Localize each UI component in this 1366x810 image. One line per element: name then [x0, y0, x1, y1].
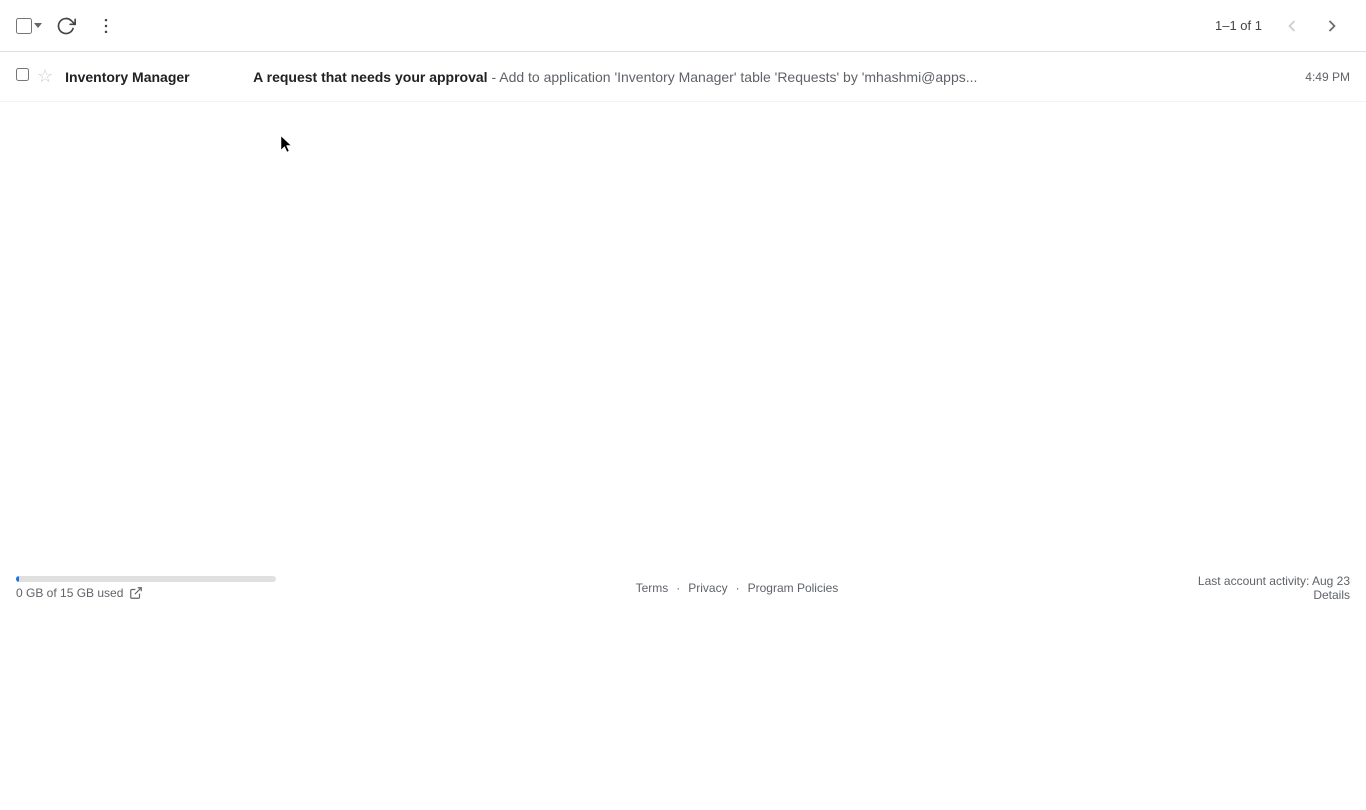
next-page-button[interactable] — [1314, 10, 1350, 42]
select-dropdown-chevron[interactable] — [34, 23, 42, 28]
star-icon[interactable]: ☆ — [37, 66, 53, 87]
prev-page-button[interactable] — [1274, 10, 1310, 42]
select-all-checkbox[interactable] — [16, 18, 32, 34]
email-list: ☆ Inventory Manager A request that needs… — [0, 52, 1366, 102]
email-row[interactable]: ☆ Inventory Manager A request that needs… — [0, 52, 1366, 102]
footer-center: Terms · Privacy · Program Policies — [636, 581, 839, 595]
footer: 0 GB of 15 GB used Terms · Privacy · Pro… — [0, 566, 1366, 610]
separator-2: · — [736, 581, 740, 595]
privacy-link[interactable]: Privacy — [688, 581, 727, 595]
storage-bar — [16, 576, 19, 582]
email-time: 4:49 PM — [1305, 70, 1350, 84]
storage-used-label: 0 GB of 15 GB used — [16, 586, 123, 600]
program-policies-link[interactable]: Program Policies — [748, 581, 839, 595]
email-subject-preview: A request that needs your approval - Add… — [253, 69, 1289, 85]
select-all-wrapper[interactable] — [16, 18, 42, 34]
email-checkbox[interactable] — [16, 68, 29, 81]
footer-right: Last account activity: Aug 23 Details — [1198, 574, 1350, 602]
refresh-button[interactable] — [50, 10, 82, 42]
more-options-button[interactable] — [90, 10, 122, 42]
email-sender: Inventory Manager — [65, 69, 245, 85]
storage-bar-container — [16, 576, 276, 582]
footer-left: 0 GB of 15 GB used — [16, 576, 276, 600]
cursor — [280, 135, 292, 153]
external-link-icon[interactable] — [129, 586, 143, 600]
toolbar-right: 1–1 of 1 — [1215, 10, 1350, 42]
toolbar: 1–1 of 1 — [0, 0, 1366, 52]
email-subject: A request that needs your approval — [253, 69, 487, 85]
email-checkbox-wrapper[interactable] — [16, 68, 29, 86]
last-activity-text: Last account activity: Aug 23 — [1198, 574, 1350, 588]
details-link[interactable]: Details — [1313, 588, 1350, 602]
separator-1: · — [676, 581, 680, 595]
email-preview: - Add to application 'Inventory Manager'… — [488, 69, 978, 85]
terms-link[interactable]: Terms — [636, 581, 669, 595]
pagination-info: 1–1 of 1 — [1215, 18, 1262, 33]
toolbar-left — [16, 10, 122, 42]
storage-text: 0 GB of 15 GB used — [16, 586, 276, 600]
